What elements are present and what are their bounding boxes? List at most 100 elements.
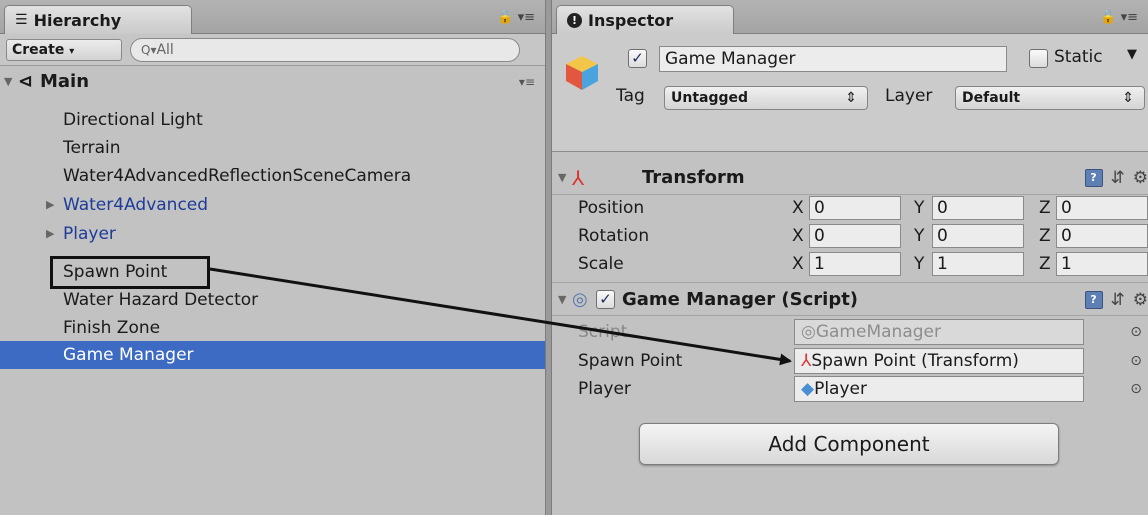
inspector-tabbar: ! Inspector 🔒 ▾≡ (552, 0, 1148, 35)
axis-z-label[interactable]: Z (1039, 194, 1051, 222)
scene-name: Main (40, 71, 90, 92)
fold-right-icon[interactable]: ▶ (46, 220, 54, 248)
position-x-field[interactable]: 0 (809, 196, 901, 220)
create-button-label: Create (12, 42, 65, 58)
spawn-point-highlight-box (50, 256, 210, 289)
axis-y-label[interactable]: Y (914, 194, 924, 222)
tab-inspector-label: Inspector (588, 11, 674, 30)
list-item[interactable]: Water Hazard Detector (0, 286, 545, 314)
position-label: Position (578, 198, 645, 218)
object-picker-icon[interactable]: ⊙ (1130, 347, 1142, 375)
position-y-field[interactable]: 0 (932, 196, 1024, 220)
preset-icon[interactable]: ⇵ (1111, 161, 1125, 195)
component-controls: ? ⇵ ⚙ (1084, 283, 1148, 317)
axis-z-label[interactable]: Z (1039, 250, 1051, 278)
script-component-header[interactable]: ▼ ◎ ✓ Game Manager (Script) ? ⇵ ⚙ (552, 282, 1148, 316)
unity-scene-icon: ⊲ (18, 71, 34, 92)
panel-menu-icon[interactable]: ▾≡ (1121, 10, 1138, 25)
inspector-header: ✓ Game Manager Static ▼ Tag Untagged ⇕ La… (552, 34, 1148, 152)
gear-icon[interactable]: ⚙ (1133, 161, 1148, 195)
list-item[interactable]: Water4AdvancedReflectionSceneCamera (0, 162, 545, 190)
list-item-label: Game Manager (63, 345, 194, 365)
list-item-label: Directional Light (63, 110, 203, 130)
transform-title: Transform (642, 167, 745, 188)
list-item-label: Terrain (63, 138, 121, 158)
list-item-label: Water4AdvancedReflectionSceneCamera (63, 166, 412, 186)
help-book-icon[interactable]: ? (1084, 169, 1103, 187)
axis-z-label[interactable]: Z (1039, 222, 1051, 250)
position-z-field[interactable]: 0 (1056, 196, 1148, 220)
help-book-icon[interactable]: ? (1084, 291, 1103, 309)
script-row: Script ◎GameManager ⊙ (552, 318, 1148, 346)
fold-right-icon[interactable]: ▶ (46, 191, 54, 219)
static-dropdown-icon[interactable]: ▼ (1127, 47, 1137, 62)
gameobject-cube-icon (566, 56, 598, 90)
rotation-z-field[interactable]: 0 (1056, 224, 1148, 248)
spawn-point-row: Spawn Point ⅄Spawn Point (Transform) ⊙ (552, 347, 1148, 375)
fold-down-icon[interactable]: ▼ (558, 161, 566, 195)
object-name-field[interactable]: Game Manager (659, 46, 1007, 72)
active-checkbox[interactable]: ✓ (628, 49, 647, 68)
axis-x-label[interactable]: X (792, 222, 804, 250)
layer-dropdown[interactable]: Default ⇕ (955, 86, 1145, 110)
fold-down-icon[interactable]: ▼ (4, 68, 12, 96)
hierarchy-search-input[interactable]: Q▾All (130, 38, 520, 62)
create-button[interactable]: Create ▾ (6, 39, 122, 61)
spawn-point-object-field[interactable]: ⅄Spawn Point (Transform) (794, 348, 1084, 374)
player-label: Player (578, 379, 631, 399)
tag-label: Tag (616, 86, 645, 106)
script-label: Script (578, 322, 628, 342)
tab-hierarchy[interactable]: ☰ Hierarchy (4, 5, 192, 35)
hierarchy-panel: ☰ Hierarchy 🔒 ▾≡ Create ▾ Q▾All ▼ ⊲ Main… (0, 0, 545, 515)
chevron-down-icon: ▾ (69, 46, 75, 57)
scale-label: Scale (578, 254, 624, 274)
rotation-label: Rotation (578, 226, 650, 246)
player-object-field[interactable]: ◆Player (794, 376, 1084, 402)
lock-icon[interactable]: 🔒 (497, 10, 513, 25)
axis-x-label[interactable]: X (792, 250, 804, 278)
hierarchy-toolbar: Create ▾ Q▾All (0, 34, 545, 66)
list-item-label: Player (63, 224, 116, 244)
axis-y-label[interactable]: Y (914, 222, 924, 250)
inspector-tab-controls: 🔒 ▾≡ (1100, 10, 1138, 25)
tab-inspector[interactable]: ! Inspector (556, 5, 734, 35)
gear-icon[interactable]: ⚙ (1133, 283, 1148, 317)
scene-menu-icon[interactable]: ▾≡ (519, 68, 535, 96)
axis-x-label[interactable]: X (792, 194, 804, 222)
inspector-panel: ! Inspector 🔒 ▾≡ ✓ Game Manager Static ▼… (552, 0, 1148, 515)
panel-menu-icon[interactable]: ▾≡ (518, 10, 535, 25)
list-item-label: Water4Advanced (63, 195, 209, 215)
updown-arrow-icon: ⇕ (1122, 90, 1134, 106)
scene-row-main[interactable]: ▼ ⊲ Main ▾≡ (0, 68, 545, 96)
tag-dropdown[interactable]: Untagged ⇕ (664, 86, 868, 110)
list-item[interactable]: Directional Light (0, 106, 545, 134)
preset-icon[interactable]: ⇵ (1111, 283, 1125, 317)
rotation-x-field[interactable]: 0 (809, 224, 901, 248)
panel-divider[interactable] (545, 0, 552, 515)
hierarchy-tab-controls: 🔒 ▾≡ (497, 10, 535, 25)
component-enabled-checkbox[interactable]: ✓ (596, 290, 615, 309)
add-component-button[interactable]: Add Component (639, 423, 1059, 465)
static-checkbox[interactable] (1029, 49, 1048, 68)
player-value: Player (814, 379, 867, 399)
list-item[interactable]: Finish Zone (0, 314, 545, 342)
updown-arrow-icon: ⇕ (845, 90, 857, 106)
list-item[interactable]: Terrain (0, 134, 545, 162)
list-item[interactable]: ▶ Water4Advanced (0, 191, 545, 219)
transform-header[interactable]: ▼ ⅄ Transform ? ⇵ ⚙ (552, 161, 1148, 195)
fold-down-icon[interactable]: ▼ (558, 283, 566, 317)
scale-z-field[interactable]: 1 (1056, 252, 1148, 276)
script-object-field: ◎GameManager (794, 319, 1084, 345)
tab-hierarchy-label: Hierarchy (33, 11, 122, 30)
rotation-y-field[interactable]: 0 (932, 224, 1024, 248)
prefab-cube-icon: ◆ (801, 379, 815, 399)
list-item-selected[interactable]: Game Manager (0, 341, 545, 369)
axis-y-label[interactable]: Y (914, 250, 924, 278)
object-picker-icon[interactable]: ⊙ (1130, 375, 1142, 403)
object-picker-icon[interactable]: ⊙ (1130, 318, 1142, 346)
list-item-label: Water Hazard Detector (63, 290, 259, 310)
scale-y-field[interactable]: 1 (932, 252, 1024, 276)
list-item[interactable]: ▶ Player (0, 220, 545, 248)
lock-icon[interactable]: 🔒 (1100, 10, 1116, 25)
scale-x-field[interactable]: 1 (809, 252, 901, 276)
